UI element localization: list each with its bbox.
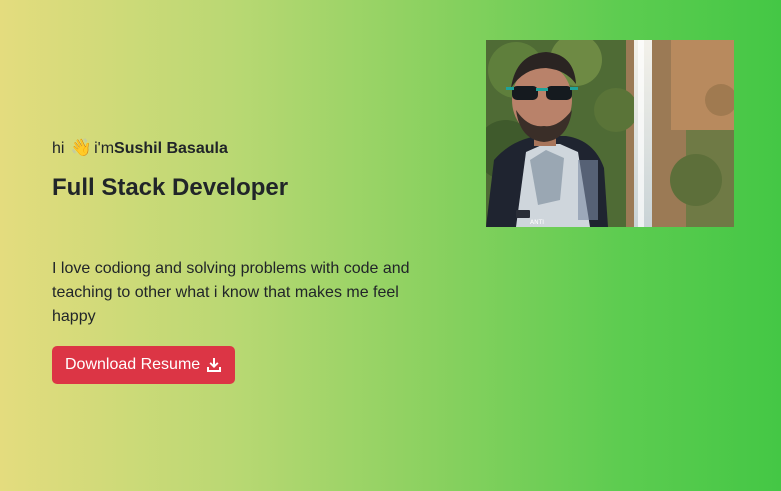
bio-text: I love codiong and solving problems with… bbox=[52, 260, 410, 325]
greeting-prefix: hi bbox=[52, 140, 65, 157]
greeting-line: hi 👋 i'mSushil Basaula bbox=[52, 136, 432, 160]
greeting-im: i'm bbox=[94, 140, 115, 157]
shirt-badge-text: ANTI bbox=[530, 219, 544, 226]
job-title: Full Stack Developer bbox=[52, 174, 289, 201]
profile-photo-image: ANTI bbox=[486, 40, 734, 227]
download-resume-label: Download Resume bbox=[65, 356, 201, 373]
download-resume-button[interactable]: Download Resume bbox=[52, 346, 236, 384]
profile-photo: ANTI bbox=[486, 40, 734, 227]
hero-intro: hi 👋 i'mSushil Basaula Full Stack Develop… bbox=[52, 136, 432, 384]
download-icon bbox=[206, 357, 222, 373]
waving-hand-icon: 👋 bbox=[70, 138, 93, 157]
author-name: Sushil Basaula bbox=[114, 140, 228, 157]
